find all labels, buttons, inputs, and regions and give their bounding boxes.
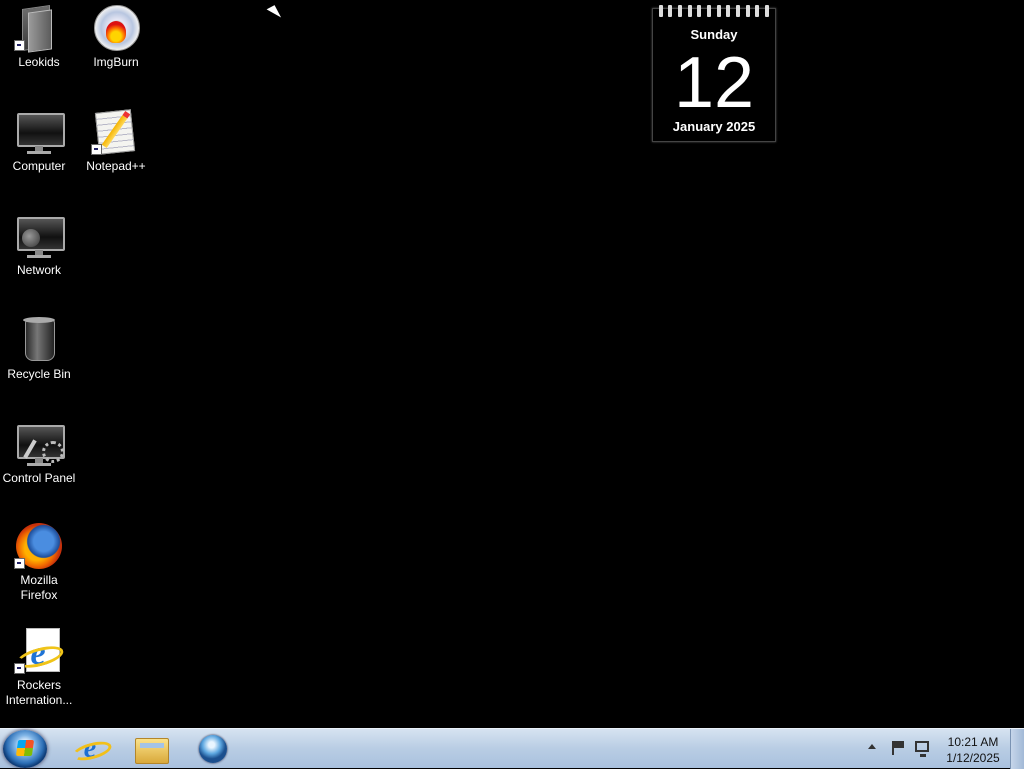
desktop-icon-mozilla-firefox[interactable]: Mozilla Firefox [0, 521, 78, 603]
desktop-icon-label: ImgBurn [93, 55, 139, 69]
internet-explorer-shortcut-icon: e [14, 626, 66, 676]
desktop-icon-notepad-plus-plus[interactable]: Notepad++ [77, 107, 155, 174]
calendar-binding-rings [653, 5, 775, 17]
imgburn-disc-icon [91, 3, 141, 53]
taskbar: e 10:21 AM 1/12/2025 [0, 728, 1024, 769]
computer-monitor-icon [14, 107, 65, 157]
show-desktop-button[interactable] [1010, 729, 1024, 769]
windows-explorer-icon [135, 738, 169, 764]
desktop-icon-label: Recycle Bin [7, 367, 71, 381]
taskbar-internet-explorer-button[interactable]: e [64, 731, 116, 767]
desktop-icon-label: Mozilla Firefox [20, 573, 58, 602]
taskbar-clock[interactable]: 10:21 AM 1/12/2025 [940, 734, 1006, 766]
calendar-gadget[interactable]: Sunday 12 January 2025 [652, 5, 776, 142]
control-panel-icon [14, 419, 65, 469]
folder-icon [14, 3, 64, 53]
desktop-icon-network[interactable]: Network [0, 211, 78, 278]
desktop-icon-rockers-international[interactable]: e Rockers Internation... [0, 626, 78, 708]
desktop-icon-label: Leokids [18, 55, 60, 69]
desktop-icon-control-panel[interactable]: Control Panel [0, 419, 78, 486]
clock-time: 10:21 AM [947, 735, 999, 749]
desktop-icon-label: Network [16, 263, 61, 277]
clock-date: 1/12/2025 [946, 751, 1000, 765]
start-button[interactable] [3, 730, 47, 768]
windows-logo-icon [15, 740, 35, 756]
firefox-icon [14, 521, 64, 571]
mouse-pointer-icon [266, 5, 282, 22]
calendar-date-number: 12 [673, 43, 755, 123]
network-icon [14, 211, 65, 261]
calendar-month-year: January 2025 [672, 119, 756, 134]
desktop-icon-label: Rockers Internation... [5, 678, 73, 707]
desktop-icon-recycle-bin[interactable]: Recycle Bin [0, 315, 78, 382]
media-orb-icon [199, 735, 227, 763]
taskbar-windows-explorer-button[interactable] [125, 731, 177, 767]
taskbar-media-orb-button[interactable] [187, 731, 239, 767]
action-center-flag-icon[interactable] [892, 741, 904, 755]
notepad-plus-plus-icon [91, 107, 141, 157]
desktop-icon-label: Notepad++ [86, 159, 146, 173]
desktop-icon-imgburn[interactable]: ImgBurn [77, 3, 155, 70]
desktop-icon-label: Control Panel [2, 471, 76, 485]
desktop-icon-label: Computer [12, 159, 66, 173]
desktop-icon-leokids[interactable]: Leokids [0, 3, 78, 70]
calendar-day-name: Sunday [690, 27, 738, 42]
show-hidden-icons-chevron-icon[interactable] [868, 744, 876, 749]
desktop-icon-computer[interactable]: Computer [0, 107, 78, 174]
recycle-bin-icon [14, 315, 64, 365]
network-status-icon[interactable] [915, 741, 929, 757]
